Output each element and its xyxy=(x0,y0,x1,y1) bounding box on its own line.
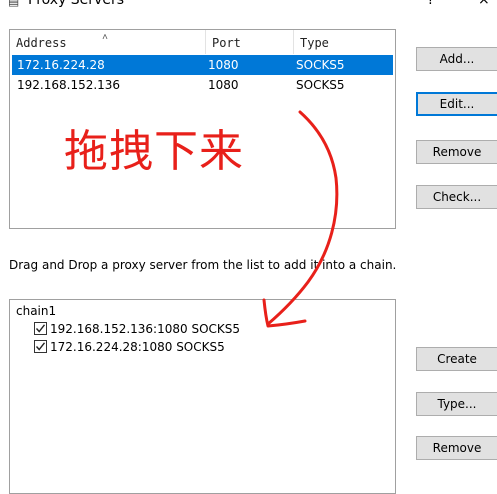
sort-ascending-icon: ˄ xyxy=(102,32,109,43)
chain-item-label: 172.16.224.28:1080 SOCKS5 xyxy=(50,340,225,354)
server-type: SOCKS5 xyxy=(296,58,345,72)
proxy-app-icon: ▤ xyxy=(8,0,20,8)
proxy-chain-tree[interactable]: chain1 192.168.152.136:1080 SOCKS5 172.1… xyxy=(9,299,396,494)
chain-item-checkbox[interactable] xyxy=(34,340,47,353)
title-bar: ▤ Proxy Servers ? × xyxy=(0,0,497,10)
tree-node-chain[interactable]: chain1 xyxy=(16,303,56,319)
chain-type-button[interactable]: Type... xyxy=(416,392,497,416)
close-button[interactable]: × xyxy=(478,0,490,8)
tree-item-server[interactable]: 172.16.224.28:1080 SOCKS5 xyxy=(34,338,225,356)
column-header-port[interactable]: Port xyxy=(206,30,294,54)
edit-button[interactable]: Edit... xyxy=(416,92,497,116)
remove-chain-button[interactable]: Remove xyxy=(416,436,497,460)
server-type: SOCKS5 xyxy=(296,78,345,92)
column-address-label: Address xyxy=(16,36,67,50)
server-row[interactable]: 192.168.152.136 1080 SOCKS5 xyxy=(12,75,393,95)
server-row[interactable]: 172.16.224.28 1080 SOCKS5 xyxy=(12,55,393,75)
tree-item-server[interactable]: 192.168.152.136:1080 SOCKS5 xyxy=(34,320,240,338)
window-title: Proxy Servers xyxy=(28,0,125,8)
list-header: Address ˄ Port Type xyxy=(10,30,395,54)
column-header-address[interactable]: Address ˄ xyxy=(10,30,206,54)
help-button[interactable]: ? xyxy=(427,0,434,8)
checkmark-icon xyxy=(35,342,46,351)
annotation-drag-down-text: 拖拽下来 xyxy=(64,126,244,177)
server-port: 1080 xyxy=(208,58,239,72)
server-port: 1080 xyxy=(208,78,239,92)
chain-item-checkbox[interactable] xyxy=(34,322,47,335)
chain-item-label: 192.168.152.136:1080 SOCKS5 xyxy=(50,322,241,336)
drag-drop-instruction: Drag and Drop a proxy server from the li… xyxy=(9,258,397,272)
column-header-type[interactable]: Type xyxy=(294,30,395,54)
checkmark-icon xyxy=(35,324,46,333)
check-button[interactable]: Check... xyxy=(416,185,497,209)
server-address: 192.168.152.136 xyxy=(17,78,121,92)
create-chain-button[interactable]: Create xyxy=(416,347,497,371)
server-address: 172.16.224.28 xyxy=(17,58,105,72)
remove-server-button[interactable]: Remove xyxy=(416,140,497,164)
add-button[interactable]: Add... xyxy=(416,47,497,71)
